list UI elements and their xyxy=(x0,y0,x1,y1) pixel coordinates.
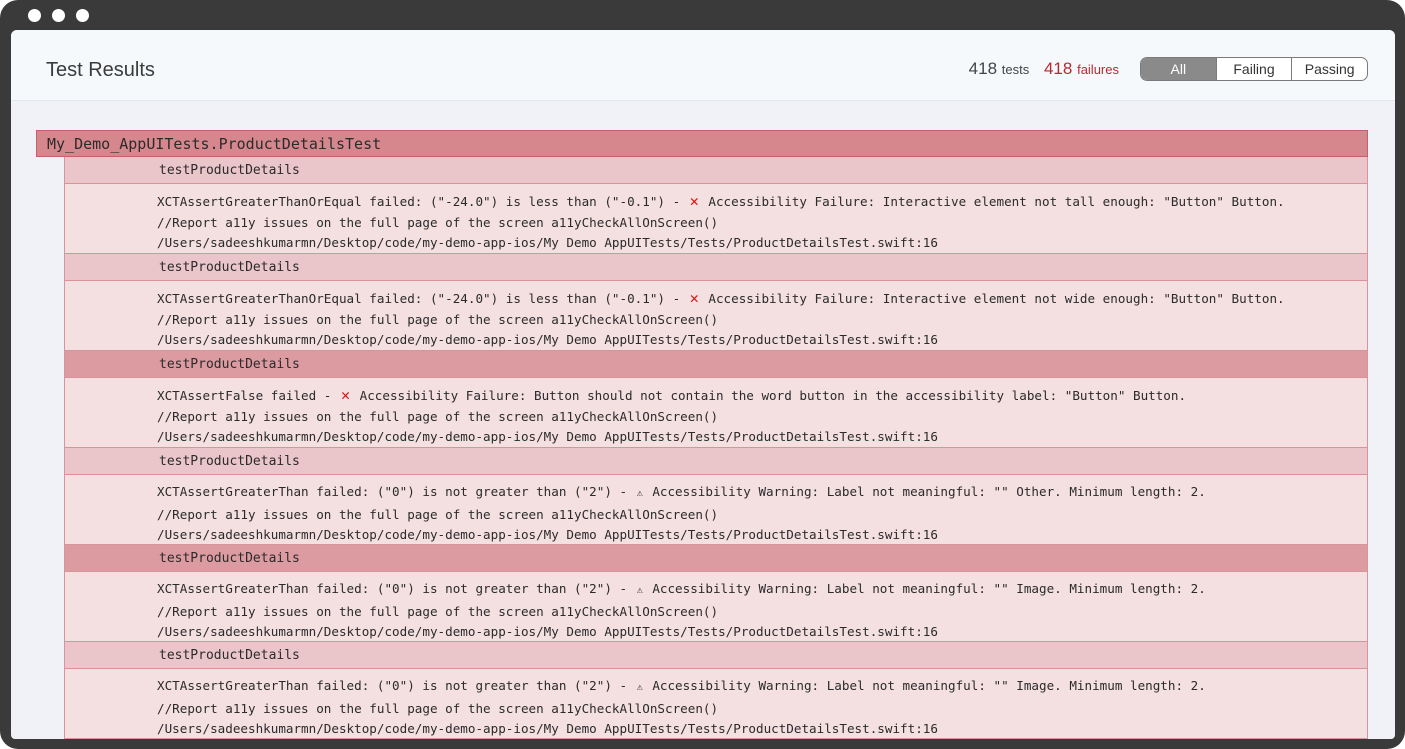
code-line: //Report a11y issues on the full page of… xyxy=(157,408,719,424)
test-case-details: XCTAssertGreaterThan failed: ("0") is no… xyxy=(64,475,1368,545)
code-line: //Report a11y issues on the full page of… xyxy=(157,506,719,522)
tests-count: 418 xyxy=(968,59,998,78)
minimize-dot-icon[interactable] xyxy=(52,9,65,22)
filter-all[interactable]: All xyxy=(1141,58,1216,80)
x-icon: ✕ xyxy=(689,289,699,307)
filter-segmented-control: All Failing Passing xyxy=(1140,57,1368,81)
close-dot-icon[interactable] xyxy=(28,9,41,22)
test-case-details: XCTAssertGreaterThan failed: ("0") is no… xyxy=(64,572,1368,642)
failure-message: XCTAssertFalse failed - ✕ Accessibility … xyxy=(157,386,1187,404)
file-location: /Users/sadeeshkumarmn/Desktop/code/my-de… xyxy=(157,332,938,347)
test-case-header[interactable]: testProductDetails xyxy=(64,254,1368,281)
test-case-header[interactable]: testProductDetails xyxy=(64,351,1368,378)
warning-icon: ⚠ xyxy=(636,488,643,499)
window-controls xyxy=(28,9,89,23)
maximize-dot-icon[interactable] xyxy=(76,9,89,22)
file-location: /Users/sadeeshkumarmn/Desktop/code/my-de… xyxy=(157,527,938,542)
file-location: /Users/sadeeshkumarmn/Desktop/code/my-de… xyxy=(157,721,938,736)
file-location: /Users/sadeeshkumarmn/Desktop/code/my-de… xyxy=(157,235,938,250)
test-case-header[interactable]: testProductDetails xyxy=(64,642,1368,669)
filter-passing[interactable]: Passing xyxy=(1291,58,1367,80)
failures-count: 418 xyxy=(1043,59,1073,78)
file-location: /Users/sadeeshkumarmn/Desktop/code/my-de… xyxy=(157,429,938,444)
failure-message: XCTAssertGreaterThanOrEqual failed: ("-2… xyxy=(157,289,1285,307)
code-line: //Report a11y issues on the full page of… xyxy=(157,214,719,230)
x-icon: ✕ xyxy=(340,386,351,404)
failure-message: XCTAssertGreaterThan failed: ("0") is no… xyxy=(157,678,1206,693)
suite-header[interactable]: My_Demo_AppUITests.ProductDetailsTest xyxy=(36,130,1368,157)
test-cases: testProductDetails XCTAssertGreaterThanO… xyxy=(64,157,1368,739)
warning-icon: ⚠ xyxy=(636,585,643,596)
code-line: //Report a11y issues on the full page of… xyxy=(157,311,719,327)
test-case-header[interactable]: testProductDetails xyxy=(64,545,1368,572)
test-case-header[interactable]: testProductDetails xyxy=(64,448,1368,475)
failures-label: failures xyxy=(1077,62,1119,77)
failure-message: XCTAssertGreaterThan failed: ("0") is no… xyxy=(157,581,1206,596)
warning-icon: ⚠ xyxy=(636,682,643,693)
header: Test Results 418 tests 418 failures All … xyxy=(11,30,1395,101)
file-location: /Users/sadeeshkumarmn/Desktop/code/my-de… xyxy=(157,624,938,639)
result-counts: 418 tests 418 failures xyxy=(969,59,1119,79)
failure-message: XCTAssertGreaterThan failed: ("0") is no… xyxy=(157,484,1206,499)
test-case-header[interactable]: testProductDetails xyxy=(64,157,1368,184)
test-case-details: XCTAssertGreaterThanOrEqual failed: ("-2… xyxy=(64,281,1368,351)
test-case-details: XCTAssertGreaterThanOrEqual failed: ("-2… xyxy=(64,184,1368,254)
code-line: //Report a11y issues on the full page of… xyxy=(157,700,719,716)
tests-label: tests xyxy=(1001,62,1030,77)
window-frame: Test Results 418 tests 418 failures All … xyxy=(0,0,1405,749)
code-line: //Report a11y issues on the full page of… xyxy=(157,603,719,619)
test-results-page: Test Results 418 tests 418 failures All … xyxy=(11,30,1395,739)
test-case-details: XCTAssertFalse failed - ✕ Accessibility … xyxy=(64,378,1368,448)
results-list: My_Demo_AppUITests.ProductDetailsTest te… xyxy=(36,130,1368,739)
x-icon: ✕ xyxy=(689,192,699,210)
test-case-details: XCTAssertGreaterThan failed: ("0") is no… xyxy=(64,669,1368,739)
failure-message: XCTAssertGreaterThanOrEqual failed: ("-2… xyxy=(157,192,1285,210)
page-title: Test Results xyxy=(46,59,155,81)
filter-failing[interactable]: Failing xyxy=(1215,58,1292,80)
